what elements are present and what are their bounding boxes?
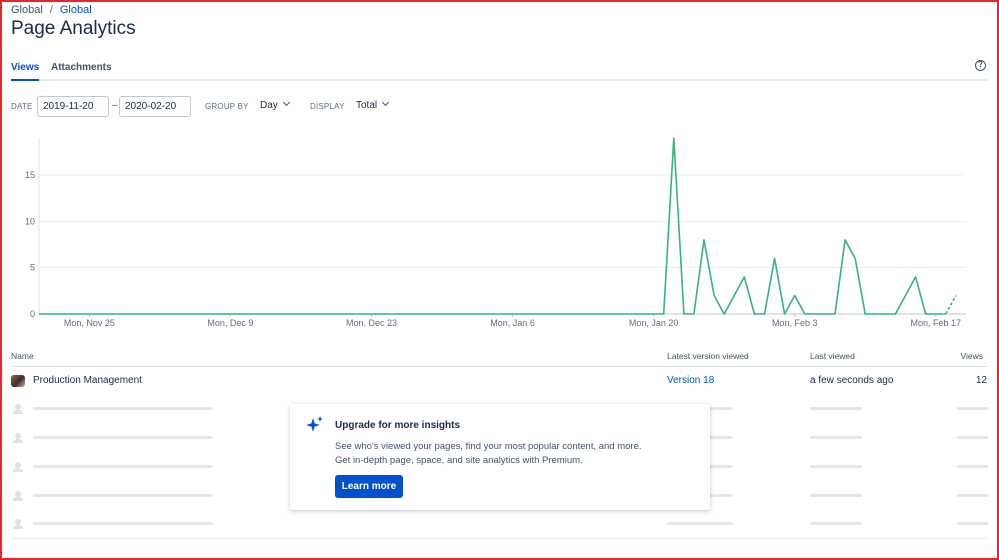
placeholder-bar	[810, 465, 862, 468]
x-tick-label: Mon, Jan 6	[490, 318, 535, 328]
row-page-name[interactable]: Production Management	[33, 375, 142, 386]
x-tick-label: Mon, Dec 23	[346, 318, 397, 328]
placeholder-bar	[33, 407, 213, 410]
display-label: DISPLAY	[310, 102, 345, 111]
breadcrumb-item-root[interactable]: Global	[11, 4, 43, 16]
tab-attachments[interactable]: Attachments	[51, 62, 112, 73]
group-by-label: GROUP BY	[205, 102, 249, 111]
help-icon[interactable]: ?	[975, 60, 986, 71]
upgrade-line-2: Get in-depth page, space, and site analy…	[335, 455, 583, 466]
page-title: Page Analytics	[11, 18, 136, 39]
chevron-down-icon	[282, 98, 290, 107]
breadcrumb-separator: /	[49, 4, 53, 16]
row-views-count: 12	[975, 375, 987, 386]
upgrade-description: See who's viewed your pages, find your m…	[335, 440, 695, 468]
y-tick-label: 5	[30, 263, 35, 273]
series-line-views	[39, 137, 946, 315]
placeholder-bar	[810, 522, 862, 525]
views-line-chart: 0 5 10 15 Mon, Nov 25 Mon, Dec 9 Mon, Dec 23 Mo…	[25, 137, 966, 328]
row-version-link[interactable]: Version 18	[667, 375, 714, 386]
placeholder-bar	[957, 522, 988, 525]
table-row[interactable]: Production Management Version 18 a few s…	[11, 368, 988, 394]
placeholder-bar	[33, 465, 213, 468]
placeholder-bar	[957, 436, 988, 439]
x-tick-label: Mon, Jan 20	[629, 318, 679, 328]
table-bottom-divider	[11, 538, 988, 539]
display-select[interactable]: Total	[356, 98, 390, 111]
tab-bar: Views Attachments ?	[11, 60, 988, 81]
x-tick-label: Mon, Dec 9	[207, 318, 253, 328]
placeholder-bar	[957, 494, 988, 497]
header-latest-version[interactable]: Latest version viewed	[667, 351, 749, 361]
placeholder-bar	[810, 436, 862, 439]
user-placeholder-icon	[13, 462, 23, 472]
group-by-select[interactable]: Day	[260, 98, 290, 111]
placeholder-bar	[33, 436, 213, 439]
group-by-value: Day	[260, 100, 278, 111]
date-range-dash: –	[112, 100, 118, 111]
placeholder-bar	[33, 494, 213, 497]
placeholder-bar	[667, 522, 733, 525]
filter-bar: DATE – GROUP BY Day DISPLAY Total	[11, 96, 991, 117]
sparkle-icon	[306, 416, 323, 432]
page-avatar	[11, 375, 25, 387]
breadcrumb: Global / Global	[11, 4, 92, 16]
chevron-down-icon	[382, 98, 390, 107]
x-tick-label: Mon, Feb 17	[911, 318, 962, 328]
table-header: Name Latest version viewed Last viewed V…	[11, 350, 988, 367]
user-placeholder-icon	[13, 519, 23, 529]
date-to-input[interactable]	[119, 96, 191, 117]
user-placeholder-icon	[13, 404, 23, 414]
upgrade-panel: Upgrade for more insights See who's view…	[290, 404, 710, 510]
tab-views[interactable]: Views	[11, 62, 40, 81]
placeholder-bar	[957, 407, 988, 410]
placeholder-bar	[33, 522, 213, 525]
upgrade-line-1: See who's viewed your pages, find your m…	[335, 441, 642, 452]
date-label: DATE	[11, 102, 33, 111]
x-tick-label: Mon, Feb 3	[772, 318, 818, 328]
user-placeholder-icon	[13, 491, 23, 501]
display-value: Total	[356, 100, 378, 111]
row-last-viewed: a few seconds ago	[810, 375, 894, 386]
x-tick-label: Mon, Nov 25	[64, 318, 115, 328]
date-from-input[interactable]	[37, 96, 109, 117]
placeholder-row	[11, 518, 988, 534]
header-last-viewed[interactable]: Last viewed	[810, 351, 855, 361]
placeholder-bar	[810, 407, 862, 410]
header-name[interactable]: Name	[11, 351, 34, 361]
placeholder-bar	[810, 494, 862, 497]
user-placeholder-icon	[13, 433, 23, 443]
series-line-projection	[945, 295, 957, 315]
y-tick-label: 10	[25, 216, 35, 226]
header-views[interactable]: Views	[960, 351, 983, 361]
y-tick-label: 0	[30, 309, 35, 319]
learn-more-button[interactable]: Learn more	[335, 475, 403, 498]
y-tick-label: 15	[25, 170, 35, 180]
placeholder-bar	[957, 465, 988, 468]
upgrade-title: Upgrade for more insights	[335, 420, 461, 431]
breadcrumb-item-space[interactable]: Global	[60, 4, 92, 16]
